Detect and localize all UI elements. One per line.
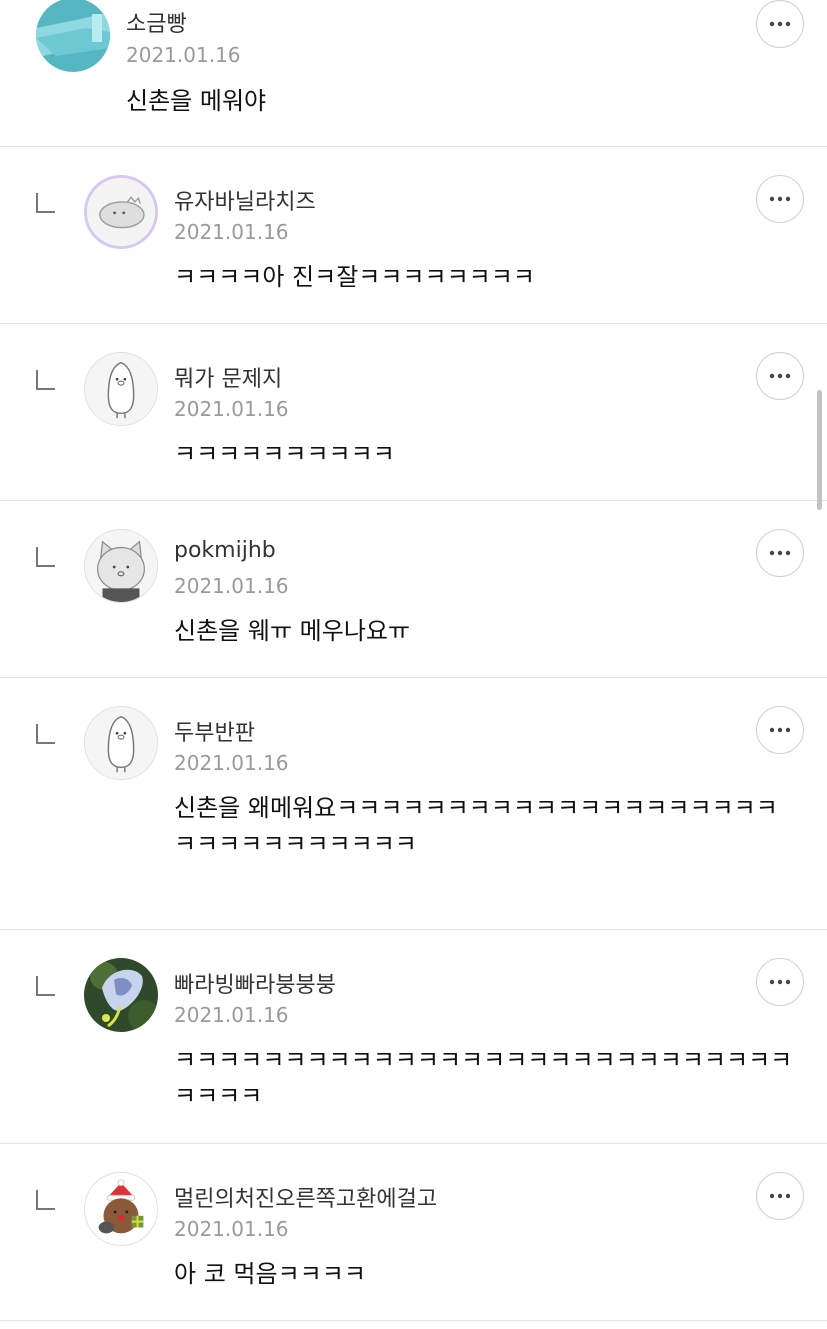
- avatar[interactable]: [84, 529, 158, 603]
- comment-date: 2021.01.16: [174, 397, 289, 421]
- comment-date: 2021.01.16: [174, 574, 289, 598]
- more-options-button[interactable]: [756, 706, 804, 754]
- more-options-button[interactable]: [756, 352, 804, 400]
- comment-text: ㅋㅋㅋㅋㅋㅋㅋㅋㅋㅋㅋㅋㅋㅋㅋㅋㅋㅋㅋㅋㅋㅋㅋㅋㅋㅋㅋㅋㅋㅋㅋㅋ: [174, 1046, 793, 1110]
- more-options-button[interactable]: [756, 0, 804, 48]
- comment-username[interactable]: 두부반판: [174, 715, 255, 747]
- comment-text: ㅋㅋㅋㅋㅋㅋㅋㅋㅋㅋ: [174, 440, 395, 468]
- comment-username[interactable]: 뭐가 문제지: [174, 361, 282, 393]
- more-dots-icon: [769, 550, 791, 556]
- comment-date: 2021.01.16: [174, 751, 289, 775]
- santa-bear-avatar-icon: [85, 1173, 157, 1245]
- scrollbar[interactable]: [817, 390, 822, 510]
- reply-arrow-icon: [36, 193, 55, 213]
- avatar[interactable]: [84, 958, 158, 1032]
- more-dots-icon: [769, 21, 791, 27]
- comment-item: 소금빵 2021.01.16 신촌을 메워야: [0, 0, 827, 147]
- comment-item: 멀린의처진오른쪽고환에걸고 2021.01.16 아 코 먹음ㅋㅋㅋㅋ: [0, 1144, 827, 1321]
- comment-date: 2021.01.16: [174, 1003, 289, 1027]
- reply-arrow-icon: [36, 370, 55, 390]
- penguin-avatar-icon: [85, 707, 157, 779]
- comment-username[interactable]: 소금빵: [126, 6, 187, 38]
- comment-item: 빠라빙빠라붕붕붕 2021.01.16 ㅋㅋㅋㅋㅋㅋㅋㅋㅋㅋㅋㅋㅋㅋㅋㅋㅋㅋㅋㅋ…: [0, 930, 827, 1144]
- comment-username[interactable]: 빠라빙빠라붕붕붕: [174, 967, 336, 999]
- cat-avatar-icon: [85, 530, 157, 602]
- more-options-button[interactable]: [756, 958, 804, 1006]
- bird-photo-avatar-icon: [84, 958, 158, 1032]
- comment-date: 2021.01.16: [174, 220, 289, 244]
- avatar[interactable]: [84, 706, 158, 780]
- more-options-button[interactable]: [756, 529, 804, 577]
- comment-username[interactable]: pokmijhb: [174, 538, 276, 563]
- more-dots-icon: [769, 1193, 791, 1199]
- comment-username[interactable]: 멀린의처진오른쪽고환에걸고: [174, 1181, 437, 1213]
- avatar[interactable]: [84, 352, 158, 426]
- avatar[interactable]: [84, 175, 158, 249]
- more-dots-icon: [769, 727, 791, 733]
- comment-text: 신촌을 메워야: [126, 87, 267, 115]
- reply-arrow-icon: [36, 547, 55, 567]
- comment-item: pokmijhb 2021.01.16 신촌을 웨ㅠ 메우나요ㅠ: [0, 501, 827, 678]
- comment-item: 두부반판 2021.01.16 신촌을 왜메워요ㅋㅋㅋㅋㅋㅋㅋㅋㅋㅋㅋㅋㅋㅋㅋㅋ…: [0, 678, 827, 930]
- avatar[interactable]: [84, 1172, 158, 1246]
- avatar[interactable]: [36, 0, 110, 72]
- dinosaur-avatar-icon: [87, 178, 155, 246]
- comment-text: 신촌을 웨ㅠ 메우나요ㅠ: [174, 617, 411, 645]
- more-dots-icon: [769, 196, 791, 202]
- comment-username[interactable]: 유자바닐라치즈: [174, 184, 316, 216]
- reply-arrow-icon: [36, 976, 55, 996]
- comment-date: 2021.01.16: [174, 1217, 289, 1241]
- comment-text: 신촌을 왜메워요ㅋㅋㅋㅋㅋㅋㅋㅋㅋㅋㅋㅋㅋㅋㅋㅋㅋㅋㅋㅋㅋㅋㅋㅋㅋㅋㅋㅋㅋㅋㅋ: [174, 794, 778, 858]
- more-dots-icon: [769, 979, 791, 985]
- cloth-photo-avatar-icon: [36, 0, 110, 72]
- comment-text: ㅋㅋㅋㅋ아 진ㅋ잘ㅋㅋㅋㅋㅋㅋㅋㅋ: [174, 263, 535, 291]
- more-options-button[interactable]: [756, 1172, 804, 1220]
- reply-arrow-icon: [36, 724, 55, 744]
- comment-text: 아 코 먹음ㅋㅋㅋㅋ: [174, 1260, 366, 1288]
- more-options-button[interactable]: [756, 175, 804, 223]
- comment-item: 뭐가 문제지 2021.01.16 ㅋㅋㅋㅋㅋㅋㅋㅋㅋㅋ: [0, 324, 827, 501]
- comment-date: 2021.01.16: [126, 43, 241, 67]
- comment-item: 유자바닐라치즈 2021.01.16 ㅋㅋㅋㅋ아 진ㅋ잘ㅋㅋㅋㅋㅋㅋㅋㅋ: [0, 147, 827, 324]
- reply-arrow-icon: [36, 1190, 55, 1210]
- more-dots-icon: [769, 373, 791, 379]
- penguin-avatar-icon: [85, 353, 157, 425]
